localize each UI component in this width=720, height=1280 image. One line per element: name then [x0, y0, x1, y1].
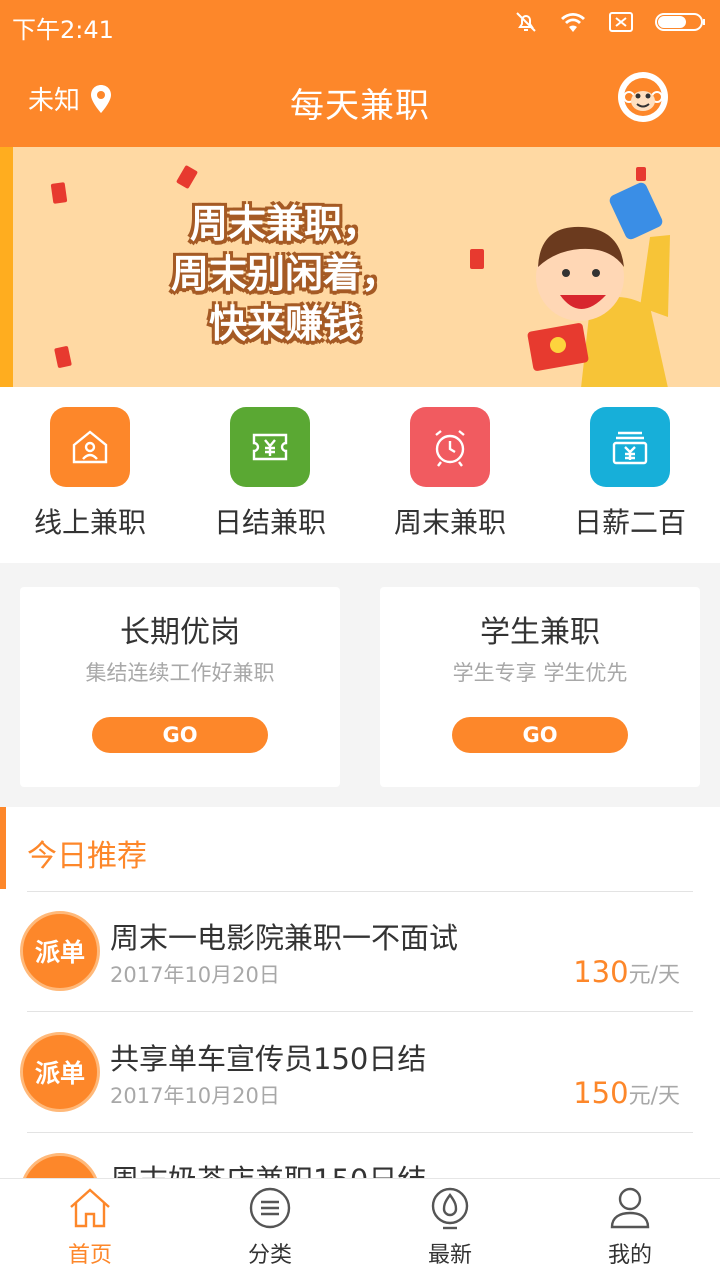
category-daily-pay[interactable]: 日结兼职	[180, 407, 360, 541]
battery-icon	[655, 13, 705, 31]
tab-label: 我的	[607, 1243, 652, 1268]
job-price-value: 150	[573, 1076, 629, 1110]
section-accent-bar	[0, 807, 6, 889]
tab-profile[interactable]: 我的	[540, 1185, 720, 1269]
job-price-unit: 元/天	[628, 1084, 680, 1109]
category-weekend[interactable]: 周末兼职	[360, 407, 540, 541]
card-title: 长期优岗	[120, 615, 240, 650]
job-price-unit: 元/天	[628, 963, 680, 988]
go-button[interactable]: GO	[92, 717, 268, 753]
banner-line: 周末兼职，	[189, 202, 380, 246]
job-title: 共享单车宣传员150日结	[110, 1042, 427, 1076]
list-icon	[249, 1187, 291, 1229]
card-subtitle: 学生专享 学生优先	[452, 661, 628, 685]
card-title: 学生兼职	[480, 615, 600, 650]
red-envelope-icon	[54, 345, 72, 369]
monkey-avatar-icon	[623, 78, 663, 116]
banner-side-stripe	[0, 147, 13, 387]
card-student[interactable]: 学生兼职 学生专享 学生优先 GO	[380, 587, 700, 787]
job-date: 2017年10月20日	[110, 963, 280, 987]
banner-line: 快来赚钱	[208, 302, 361, 346]
app-header: 未知 每天兼职	[0, 50, 720, 147]
job-list-item[interactable]: 派单 周末一电影院兼职一不面试 2017年10月20日 130元/天	[0, 891, 720, 1011]
category-label: 线上兼职	[33, 506, 146, 539]
tab-category[interactable]: 分类	[180, 1185, 360, 1269]
yen-wallet-icon	[590, 407, 670, 487]
category-label: 周末兼职	[393, 506, 506, 539]
avatar[interactable]	[618, 72, 668, 122]
job-title: 周末奶茶店兼职150日结	[110, 1163, 427, 1180]
job-badge: 派单	[20, 1153, 100, 1180]
category-grid: 线上兼职 日结兼职 周末兼职 日薪二百	[0, 387, 720, 563]
promo-banner[interactable]: 周末兼职， 周末别闲着， 快来赚钱	[0, 147, 720, 387]
job-badge: 派单	[20, 911, 100, 991]
sim-none-icon	[609, 12, 633, 32]
recommendation-list: 今日推荐 派单 周末一电影院兼职一不面试 2017年10月20日 130元/天 …	[0, 807, 720, 1180]
user-icon	[610, 1187, 650, 1229]
category-label: 日结兼职	[213, 506, 326, 539]
feature-cards: 长期优岗 集结连续工作好兼职 GO 学生兼职 学生专享 学生优先 GO	[0, 563, 720, 807]
wifi-icon	[561, 13, 585, 32]
bell-off-icon	[516, 12, 536, 32]
home-icon	[70, 1188, 110, 1228]
go-button[interactable]: GO	[452, 717, 628, 753]
status-icons	[514, 10, 708, 34]
category-label: 日薪二百	[573, 506, 686, 539]
yen-ticket-icon	[230, 407, 310, 487]
tab-home[interactable]: 首页	[0, 1185, 180, 1269]
page-title: 每天兼职	[290, 86, 430, 126]
red-envelope-icon	[470, 249, 484, 269]
card-subtitle: 集结连续工作好兼职	[85, 661, 275, 685]
job-price: 150元/天	[573, 1076, 680, 1110]
banner-slogan: 周末兼职， 周末别闲着， 快来赚钱	[160, 199, 410, 349]
tab-label: 分类	[247, 1243, 292, 1268]
banner-line: 周末别闲着，	[170, 252, 399, 296]
section-title: 今日推荐	[27, 839, 147, 874]
job-date: 2017年10月20日	[110, 1084, 280, 1108]
red-envelope-icon	[175, 164, 199, 190]
status-time: 下午2:41	[12, 16, 114, 44]
job-price: 130元/天	[573, 955, 680, 989]
job-price-value: 130	[573, 955, 629, 989]
tab-label: 首页	[67, 1243, 112, 1268]
red-envelope-icon	[50, 182, 68, 204]
card-long-term[interactable]: 长期优岗 集结连续工作好兼职 GO	[20, 587, 340, 787]
job-badge: 派单	[20, 1032, 100, 1112]
job-list-item[interactable]: 派单 周末奶茶店兼职150日结	[0, 1133, 720, 1180]
cartoon-boy-illustration	[527, 182, 670, 387]
tab-label: 最新	[427, 1243, 472, 1268]
flame-icon	[431, 1187, 469, 1230]
job-list-item[interactable]: 派单 共享单车宣传员150日结 2017年10月20日 150元/天	[0, 1012, 720, 1132]
alarm-clock-icon	[410, 407, 490, 487]
category-high-pay[interactable]: 日薪二百	[540, 407, 720, 541]
status-bar: 下午2:41	[0, 0, 720, 50]
job-title: 周末一电影院兼职一不面试	[110, 921, 459, 955]
house-user-icon	[50, 407, 130, 487]
bottom-tab-bar: 首页 分类 最新 我的	[0, 1178, 720, 1280]
category-online[interactable]: 线上兼职	[0, 407, 180, 541]
tab-latest[interactable]: 最新	[360, 1185, 540, 1269]
